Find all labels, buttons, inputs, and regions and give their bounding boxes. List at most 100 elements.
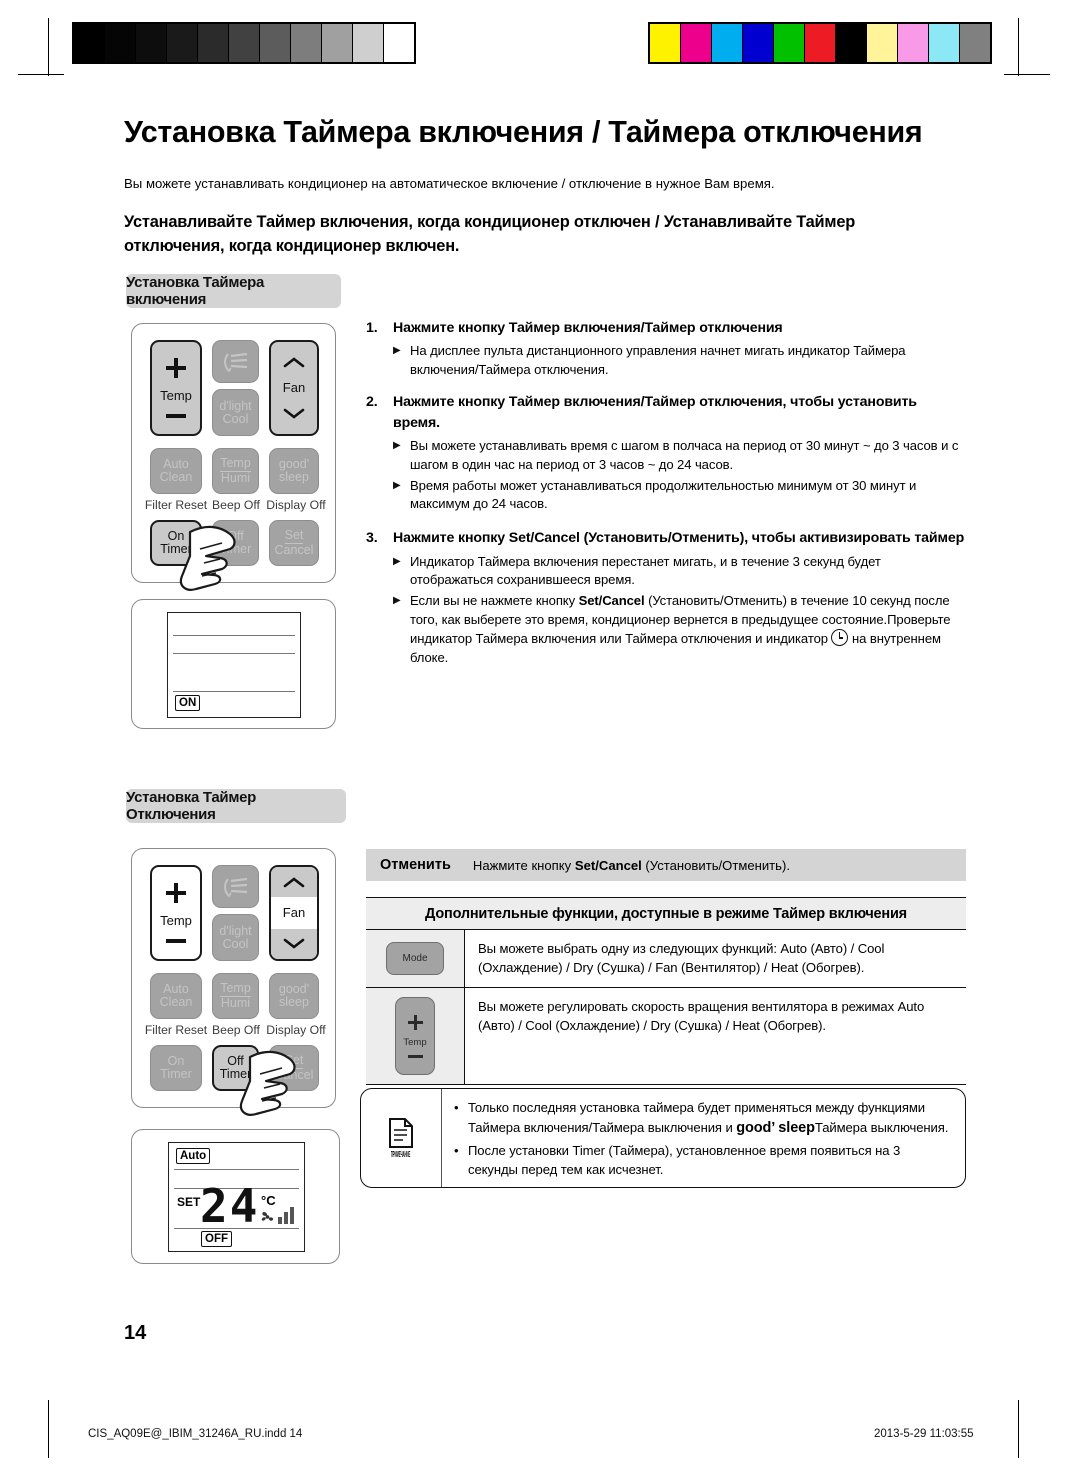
fan-bar-1: [278, 1217, 282, 1224]
swing-button[interactable]: [212, 340, 259, 383]
lcd-divider-1: [173, 635, 295, 637]
fan-button[interactable]: Fan: [269, 340, 319, 436]
minus-icon: [166, 939, 186, 944]
chevron-down-icon: [283, 408, 305, 419]
chevron-up-icon: [283, 357, 305, 368]
temp-button-icon[interactable]: Temp: [395, 997, 435, 1076]
lcd-temperature-value: 24: [200, 1179, 260, 1233]
fan-down-segment[interactable]: [271, 928, 317, 959]
step-2-bullet-1: ▶ Вы можете устанавливать время с шагом …: [393, 437, 966, 474]
temp-row-text: Вы можете регулировать скорость вращения…: [478, 999, 925, 1033]
additional-functions-table: Дополнительные функции, доступные в режи…: [366, 897, 966, 1086]
on-timer-button[interactable]: On Timer: [150, 520, 202, 566]
bullet2-pre: Если вы не нажмете кнопку: [410, 592, 579, 608]
step-1-heading: Нажмите кнопку Таймер включения/Таймер о…: [393, 320, 783, 336]
temp-icon-label: Temp: [403, 1036, 427, 1048]
fan-button[interactable]: Fan: [269, 865, 319, 961]
document-note-icon: [389, 1117, 413, 1148]
step-3-heading-post: (Установить/Отменить), чтобы активизиров…: [579, 530, 965, 547]
off-timer-button[interactable]: Off Timer: [212, 520, 259, 566]
note-icon-cell: ПРИМЕЧАНИЕ: [361, 1089, 442, 1187]
fan-level-bars: [278, 1207, 294, 1224]
on-timer-button[interactable]: On Timer: [150, 1045, 202, 1091]
clean-label: Clean: [159, 470, 193, 484]
clean-label: Clean: [159, 995, 193, 1009]
goodsleep-bottom-label: sleep: [279, 995, 309, 1009]
note-body: • Только последняя установка таймера буд…: [442, 1089, 965, 1187]
set-label: Set: [284, 1053, 304, 1069]
swing-icon: [223, 877, 247, 897]
good-sleep-button[interactable]: good' sleep: [269, 448, 319, 494]
swing-icon: [223, 352, 247, 372]
cancel-label: Cancel: [274, 1068, 314, 1082]
cancel-row-label: Отменить: [380, 857, 451, 873]
section-tab-on-timer: Установка Таймера включения: [126, 274, 341, 308]
set-cancel-keyword: Set/Cancel: [578, 592, 645, 608]
dlight-label: d'light: [219, 398, 252, 413]
auto-clean-button[interactable]: Auto Clean: [150, 448, 202, 494]
cancel-label: Cancel: [274, 543, 314, 557]
lcd-mode-indicator: Auto: [176, 1148, 211, 1165]
lcd-set-label: SET: [177, 1195, 201, 1209]
temp-button-label: Temp: [160, 913, 192, 929]
set-cancel-button[interactable]: Set Cancel: [269, 520, 319, 566]
mode-button-cell: Mode: [366, 930, 465, 988]
mode-button-icon[interactable]: Mode: [386, 942, 444, 976]
plus-icon: [407, 1014, 423, 1030]
swing-button[interactable]: [212, 865, 259, 908]
temp-button[interactable]: Temp: [150, 865, 202, 961]
lcd-divider-2: [173, 653, 295, 655]
minus-icon: [407, 1054, 423, 1058]
minus-icon: [166, 414, 186, 419]
dlight-cool-button[interactable]: d'light Cool: [212, 389, 259, 436]
plus-icon: [166, 357, 186, 378]
off-timer-label: Timer: [219, 1067, 252, 1081]
page-number: 14: [124, 1322, 147, 1344]
display-off-caption: Display Off: [266, 498, 326, 512]
set-cancel-keyword: Set/Cancel: [574, 857, 642, 873]
fan-button-label: Fan: [271, 897, 317, 929]
cancel-instruction-row: Отменить Нажмите кнопку Set/Cancel (Уста…: [366, 849, 966, 881]
fan-icon: [261, 1211, 274, 1221]
plus-icon: [166, 882, 186, 903]
step-3-heading: Нажмите кнопку Set/Cancel (Установить/От…: [393, 528, 966, 549]
step-1-bullet-1: ▶ На дисплее пульта дистанционного управ…: [393, 342, 966, 379]
instruction-steps: 1. Нажмите кнопку Таймер включения/Тайме…: [366, 318, 966, 673]
set-cancel-button[interactable]: Set Cancel: [269, 1045, 319, 1091]
subheading-text: Устанавливайте Таймер включения, когда к…: [124, 213, 856, 255]
timer-clock-icon: [831, 629, 849, 647]
lcd-off-indicator: OFF: [201, 1231, 232, 1248]
temp-humi-button[interactable]: Temp Humi: [212, 973, 259, 1019]
note-box: ПРИМЕЧАНИЕ • Только последняя установка …: [360, 1088, 966, 1188]
note-item-1: • Только последняя установка таймера буд…: [454, 1099, 951, 1139]
good-sleep-keyword: good’ sleep: [736, 1119, 815, 1136]
chevron-down-icon: [283, 938, 305, 949]
step-3-heading-pre: Нажмите кнопку: [393, 530, 509, 547]
dlight-cool-button[interactable]: d'light Cool: [212, 914, 259, 961]
temp-humi-button[interactable]: Temp Humi: [212, 448, 259, 494]
temp-humi-top-label: Temp: [220, 456, 251, 472]
display-off-caption: Display Off: [266, 1023, 326, 1037]
triangle-bullet-icon: ▶: [393, 594, 401, 606]
step-2-bullet-2: ▶ Время работы может устанавливаться про…: [393, 477, 966, 514]
off-timer-button[interactable]: Off Timer: [212, 1045, 259, 1091]
good-sleep-button[interactable]: good' sleep: [269, 973, 319, 1019]
mode-button-label: Mode: [402, 953, 428, 965]
triangle-bullet-icon: ▶: [393, 345, 401, 357]
step-1-number: 1.: [366, 320, 378, 336]
cool-label: Cool: [222, 411, 249, 426]
bullet-dot-icon: •: [454, 1100, 459, 1115]
note-label: ПРИМЕЧАНИЕ: [391, 1149, 411, 1159]
manual-page: Установка Таймера включения / Таймера от…: [0, 0, 1080, 1476]
triangle-bullet-icon: ▶: [393, 555, 401, 567]
note-1-post: Таймера выключения.: [814, 1119, 949, 1135]
note-item-1-text: Только последняя установка таймера будет…: [468, 1099, 951, 1139]
step-3: 3. Нажмите кнопку Set/Cancel (Установить…: [366, 528, 966, 668]
fan-up-segment[interactable]: [271, 867, 317, 898]
fan-bar-3: [290, 1207, 294, 1224]
remote-keypad-off-timer: Temp d'light Cool Fan Auto Clean Temp Hu…: [131, 848, 336, 1116]
auto-clean-button[interactable]: Auto Clean: [150, 973, 202, 1019]
step-2-heading: Нажмите кнопку Таймер включения/Таймер о…: [393, 393, 917, 432]
temp-humi-bottom-label: Humi: [220, 996, 251, 1010]
temp-button[interactable]: Temp: [150, 340, 202, 436]
